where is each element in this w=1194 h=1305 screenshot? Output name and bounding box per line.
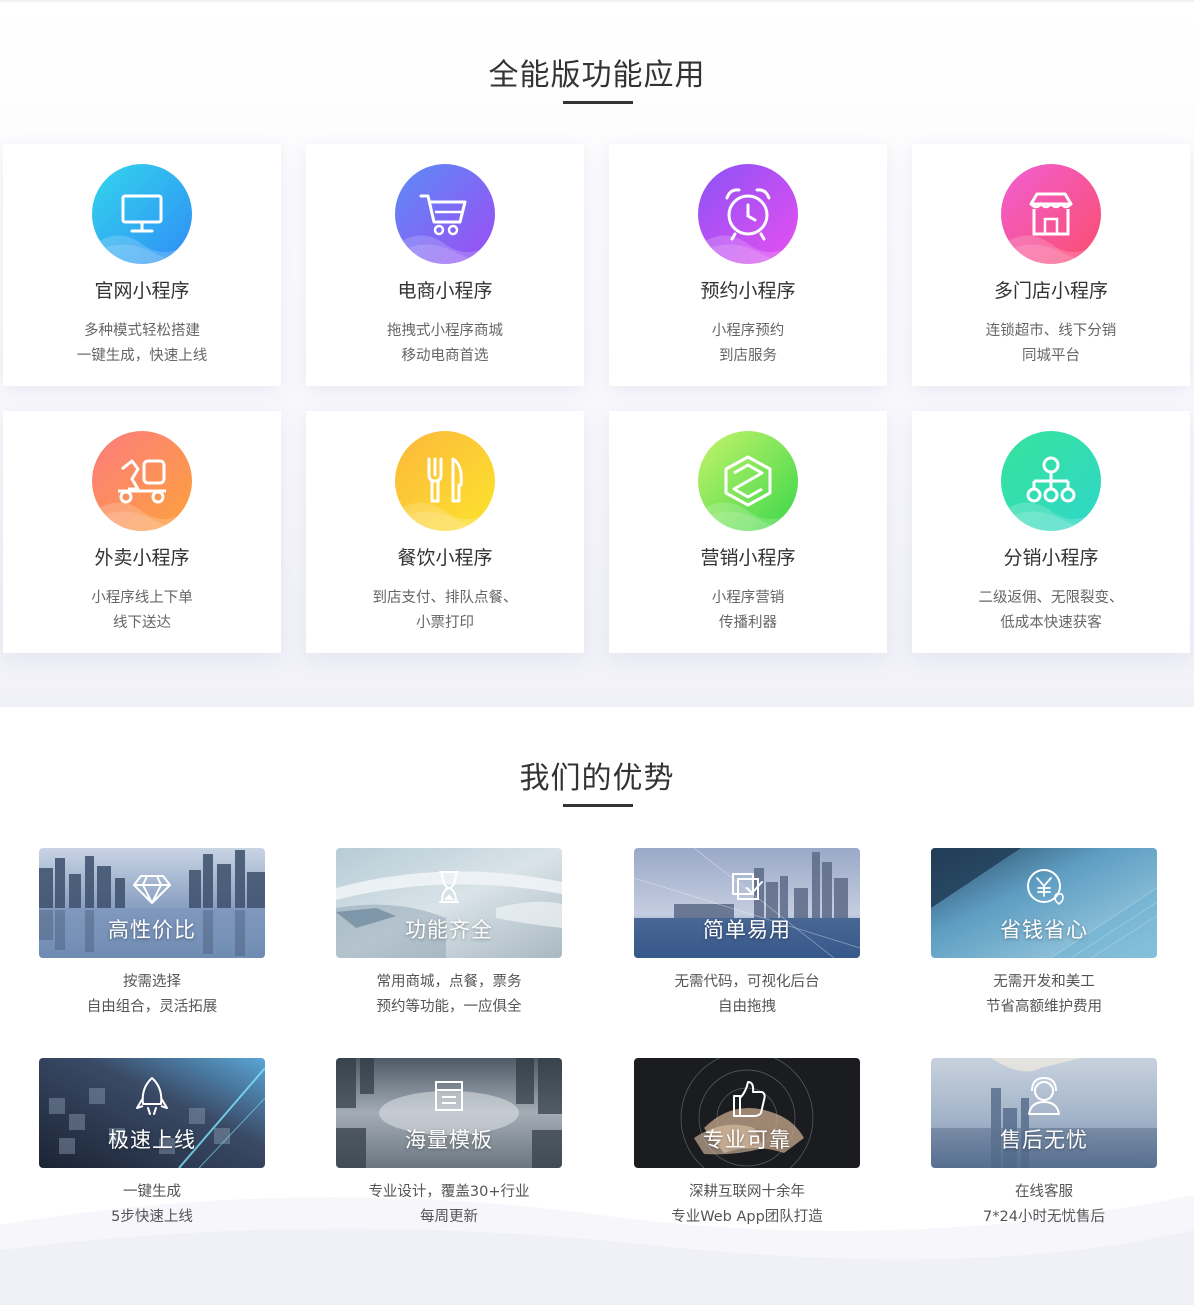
advantage-title: 极速上线 — [108, 1128, 196, 1152]
advantage-desc: 常用商城，点餐，票务 预约等功能，一应俱全 — [316, 970, 582, 1020]
desc-line-1: 无需开发和美工 — [993, 974, 1095, 990]
desc-line-2: 节省高额维护费用 — [986, 999, 1102, 1015]
title-underline — [563, 101, 633, 104]
desc-line-2: 预约等功能，一应俱全 — [376, 999, 522, 1015]
feature-card-title: 多门店小程序 — [993, 280, 1108, 302]
desc-line-2: 线下送达 — [113, 615, 171, 631]
desc-line-1: 常用商城，点餐，票务 — [376, 974, 522, 990]
feature-card-title: 分销小程序 — [1003, 547, 1099, 569]
marketing-cube-icon — [698, 431, 798, 531]
feature-card-desc: 到店支付、排队点餐、 小票打印 — [306, 586, 584, 636]
advantage-photo: 极速上线 — [39, 1058, 265, 1168]
feature-card-desc: 多种模式轻松搭建 一键生成，快速上线 — [3, 319, 281, 369]
desc-line-1: 连锁超市、线下分销 — [985, 323, 1117, 339]
desc-line-2: 低成本快速获客 — [1000, 615, 1102, 631]
desc-line-2: 每周更新 — [420, 1209, 478, 1225]
feature-card-booking[interactable]: 预约小程序 小程序预约 到店服务 — [609, 144, 887, 386]
advantage-desc: 按需选择 自由组合，灵活拓展 — [19, 970, 285, 1020]
advantages-section-title: 我们的优势 — [519, 761, 675, 796]
fork-knife-icon — [395, 431, 495, 531]
advantage-photo: 海量模板 — [336, 1058, 562, 1168]
desc-line-1: 小程序营销 — [711, 590, 785, 606]
background-wave — [0, 1195, 1194, 1305]
desc-line-2: 到店服务 — [719, 348, 777, 364]
advantage-photo: 高性价比 — [39, 848, 265, 958]
feature-card-desc: 小程序营销 传播利器 — [609, 586, 887, 636]
features-section-title: 全能版功能应用 — [488, 58, 706, 93]
advantage-title: 功能齐全 — [405, 918, 493, 942]
advantage-title: 售后无忧 — [1000, 1128, 1088, 1152]
desc-line-2: 一键生成，快速上线 — [76, 348, 208, 364]
desc-line-1: 多种模式轻松搭建 — [84, 323, 200, 339]
desc-line-1: 按需选择 — [123, 974, 181, 990]
monitor-icon — [92, 164, 192, 264]
feature-card-marketing[interactable]: 营销小程序 小程序营销 传播利器 — [609, 411, 887, 653]
network-tree-icon — [1001, 431, 1101, 531]
desc-line-1: 在线客服 — [1015, 1184, 1073, 1200]
advantage-title: 高性价比 — [108, 918, 196, 942]
feature-card-desc: 二级返佣、无限裂变、 低成本快速获客 — [912, 586, 1190, 636]
advantage-desc: 一键生成 5步快速上线 — [19, 1180, 285, 1230]
advantage-desc: 专业设计，覆盖30+行业 每周更新 — [316, 1180, 582, 1230]
advantage-desc: 无需开发和美工 节省高额维护费用 — [911, 970, 1177, 1020]
feature-card-title: 餐饮小程序 — [397, 547, 493, 569]
desc-line-1: 一键生成 — [123, 1184, 181, 1200]
title-underline — [563, 804, 633, 807]
feature-card-official-site[interactable]: 官网小程序 多种模式轻松搭建 一键生成，快速上线 — [3, 144, 281, 386]
desc-line-1: 二级返佣、无限裂变、 — [978, 590, 1124, 606]
advantage-title: 海量模板 — [405, 1128, 493, 1152]
desc-line-1: 深耕互联网十余年 — [689, 1184, 805, 1200]
advantage-desc: 在线客服 7*24小时无忧售后 — [911, 1180, 1177, 1230]
advantage-photo: 省钱省心 — [931, 848, 1157, 958]
desc-line-1: 拖拽式小程序商城 — [387, 323, 503, 339]
desc-line-2: 小票打印 — [416, 615, 474, 631]
feature-card-takeout[interactable]: 外卖小程序 小程序线上下单 线下送达 — [3, 411, 281, 653]
feature-card-title: 电商小程序 — [397, 280, 493, 302]
desc-line-1: 专业设计，覆盖30+行业 — [368, 1184, 530, 1200]
feature-card-catering[interactable]: 餐饮小程序 到店支付、排队点餐、 小票打印 — [306, 411, 584, 653]
feature-card-ecommerce[interactable]: 电商小程序 拖拽式小程序商城 移动电商首选 — [306, 144, 584, 386]
advantage-title: 省钱省心 — [1000, 918, 1088, 942]
feature-card-desc: 连锁超市、线下分销 同城平台 — [912, 319, 1190, 369]
advantage-desc: 无需代码，可视化后台 自由拖拽 — [614, 970, 880, 1020]
desc-line-2: 同城平台 — [1022, 348, 1080, 364]
desc-line-2: 5步快速上线 — [111, 1209, 193, 1225]
desc-line-1: 到店支付、排队点餐、 — [372, 590, 518, 606]
feature-card-distribution[interactable]: 分销小程序 二级返佣、无限裂变、 低成本快速获客 — [912, 411, 1190, 653]
feature-card-title: 营销小程序 — [700, 547, 796, 569]
desc-line-1: 小程序线上下单 — [91, 590, 193, 606]
feature-card-desc: 小程序线上下单 线下送达 — [3, 586, 281, 636]
feature-card-desc: 小程序预约 到店服务 — [609, 319, 887, 369]
desc-line-2: 自由组合，灵活拓展 — [86, 999, 218, 1015]
feature-card-multi-store[interactable]: 多门店小程序 连锁超市、线下分销 同城平台 — [912, 144, 1190, 386]
desc-line-2: 移动电商首选 — [401, 348, 489, 364]
desc-line-2: 传播利器 — [719, 615, 777, 631]
advantage-photo: 专业可靠 — [634, 1058, 860, 1168]
feature-card-title: 官网小程序 — [94, 280, 190, 302]
desc-line-1: 无需代码，可视化后台 — [674, 974, 820, 990]
shopping-cart-icon — [395, 164, 495, 264]
advantage-title: 专业可靠 — [703, 1128, 791, 1152]
advantage-desc: 深耕互联网十余年 专业Web App团队打造 — [614, 1180, 880, 1230]
advantage-photo: 售后无忧 — [931, 1058, 1157, 1168]
desc-line-1: 小程序预约 — [711, 323, 785, 339]
advantage-title: 简单易用 — [703, 918, 791, 942]
desc-line-2: 专业Web App团队打造 — [671, 1209, 823, 1225]
storefront-icon — [1001, 164, 1101, 264]
feature-card-desc: 拖拽式小程序商城 移动电商首选 — [306, 319, 584, 369]
alarm-clock-icon — [698, 164, 798, 264]
features-section: 全能版功能应用 官网小程序 多种模式轻松搭建 一键生成，快速上线 电商小程序 拖… — [0, 0, 1194, 707]
advantage-photo: 简单易用 — [634, 848, 860, 958]
feature-card-title: 预约小程序 — [700, 280, 796, 302]
desc-line-2: 自由拖拽 — [718, 999, 776, 1015]
delivery-scooter-icon — [92, 431, 192, 531]
advantages-section: 我们的优势 高性价比 按需选择 自由组合，灵活拓展 功能齐全 常用商城，点餐，票… — [0, 707, 1194, 1305]
advantage-photo: 功能齐全 — [336, 848, 562, 958]
desc-line-2: 7*24小时无忧售后 — [983, 1209, 1105, 1225]
feature-card-title: 外卖小程序 — [94, 547, 190, 569]
